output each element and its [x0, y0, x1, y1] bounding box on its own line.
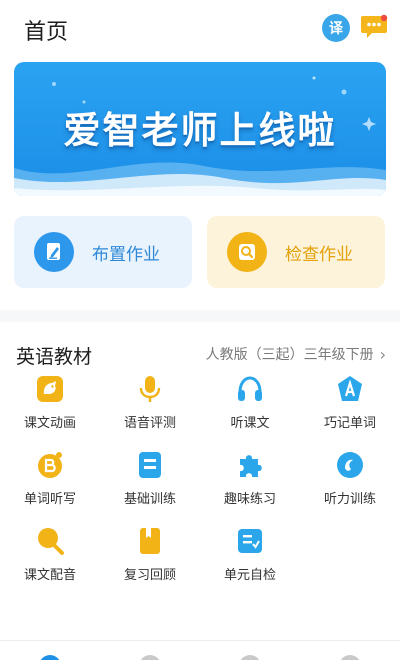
feature-label: 复习回顾 [123, 568, 176, 583]
listening-icon [337, 452, 363, 478]
bottom-tab-bar [0, 640, 400, 660]
textbook-name: 人教版（三起）三年级下册 [205, 347, 374, 363]
feature-label: 听课文 [230, 416, 270, 431]
check-homework-label: 检查作业 [285, 244, 353, 265]
assign-homework-label: 布置作业 [92, 244, 160, 265]
letter-a-icon [338, 376, 362, 401]
puzzle-icon [240, 455, 262, 477]
feature-label: 听力训练 [323, 492, 376, 507]
search-icon [227, 232, 267, 272]
promo-banner[interactable]: 爱智老师上线啦 [14, 62, 386, 196]
letter-b-icon [38, 452, 62, 478]
message-icon [361, 14, 388, 38]
textbook-selector[interactable]: 人教版（三起）三年级下册 › [206, 344, 386, 364]
basic-training-icon [139, 452, 161, 478]
feature-label: 趣味练习 [223, 492, 276, 507]
feature-lesson-dubbing[interactable]: 课文配音 [0, 524, 100, 598]
animation-icon [37, 376, 63, 402]
checklist-icon [238, 529, 262, 553]
message-button[interactable] [360, 14, 388, 40]
feature-label: 基础训练 [123, 492, 176, 507]
chevron-right-icon: › [379, 344, 386, 364]
headphones-icon [238, 376, 262, 401]
app-header: 首页 译 [0, 0, 400, 56]
tab-home[interactable] [39, 655, 61, 660]
feature-label: 单词听写 [23, 492, 76, 507]
tab-fourth[interactable] [339, 655, 361, 660]
textbook-section-title: 英语教材 [16, 346, 93, 368]
tab-third[interactable] [239, 655, 261, 660]
check-homework-button[interactable]: 检查作业 [207, 216, 385, 288]
feature-speech-evaluation[interactable]: 语音评测 [100, 372, 200, 446]
feature-fun-practice[interactable]: 趣味练习 [200, 448, 300, 522]
book-icon [140, 528, 160, 554]
feature-review[interactable]: 复习回顾 [100, 524, 200, 598]
feature-label: 单元自检 [223, 568, 276, 583]
tab-second[interactable] [139, 655, 161, 660]
feature-lesson-animation[interactable]: 课文动画 [0, 372, 100, 446]
banner-waves [14, 162, 386, 196]
feature-label: 课文动画 [23, 416, 76, 431]
dubbing-icon [38, 528, 64, 555]
feature-smart-words[interactable]: 巧记单词 [300, 372, 400, 446]
feature-label: 课文配音 [23, 568, 76, 583]
pencil-icon [34, 232, 74, 272]
feature-word-dictation[interactable]: 单词听写 [0, 448, 100, 522]
assign-homework-button[interactable]: 布置作业 [14, 216, 192, 288]
microphone-icon [139, 376, 161, 402]
page-title: 首页 [24, 20, 69, 45]
section-divider [0, 310, 400, 322]
feature-listen-text[interactable]: 听课文 [200, 372, 300, 446]
feature-unit-self-check[interactable]: 单元自检 [200, 524, 300, 598]
feature-basic-training[interactable]: 基础训练 [100, 448, 200, 522]
banner-headline: 爱智老师上线啦 [63, 109, 337, 152]
feature-listening-training[interactable]: 听力训练 [300, 448, 400, 522]
feature-label: 巧记单词 [323, 416, 376, 431]
translate-icon: 译 [329, 21, 343, 37]
translate-button[interactable]: 译 [322, 14, 350, 42]
feature-label: 语音评测 [123, 416, 176, 431]
